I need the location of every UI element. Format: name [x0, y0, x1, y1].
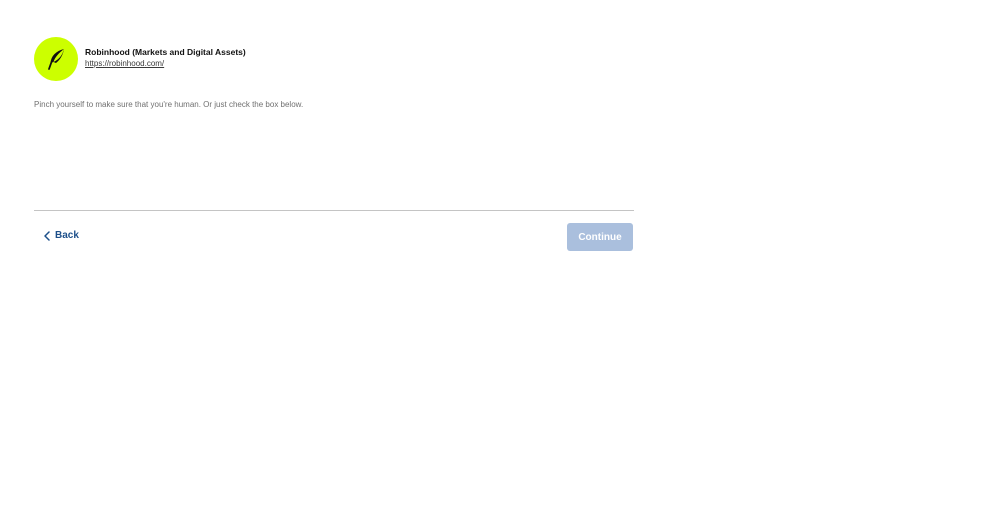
back-label: Back — [55, 230, 79, 241]
robinhood-feather-icon — [48, 49, 64, 70]
org-name: Robinhood (Markets and Digital Assets) — [85, 47, 246, 57]
org-url-link[interactable]: https://robinhood.com/ — [85, 58, 246, 69]
page: Robinhood (Markets and Digital Assets) h… — [0, 0, 999, 521]
org-logo — [34, 37, 78, 81]
continue-button[interactable]: Continue — [567, 223, 633, 251]
back-button[interactable]: Back — [44, 229, 79, 243]
divider — [34, 210, 634, 211]
org-info: Robinhood (Markets and Digital Assets) h… — [85, 47, 246, 69]
org-header: Robinhood (Markets and Digital Assets) h… — [34, 37, 246, 81]
chevron-left-icon — [44, 231, 50, 241]
instruction-text: Pinch yourself to make sure that you're … — [34, 100, 304, 109]
